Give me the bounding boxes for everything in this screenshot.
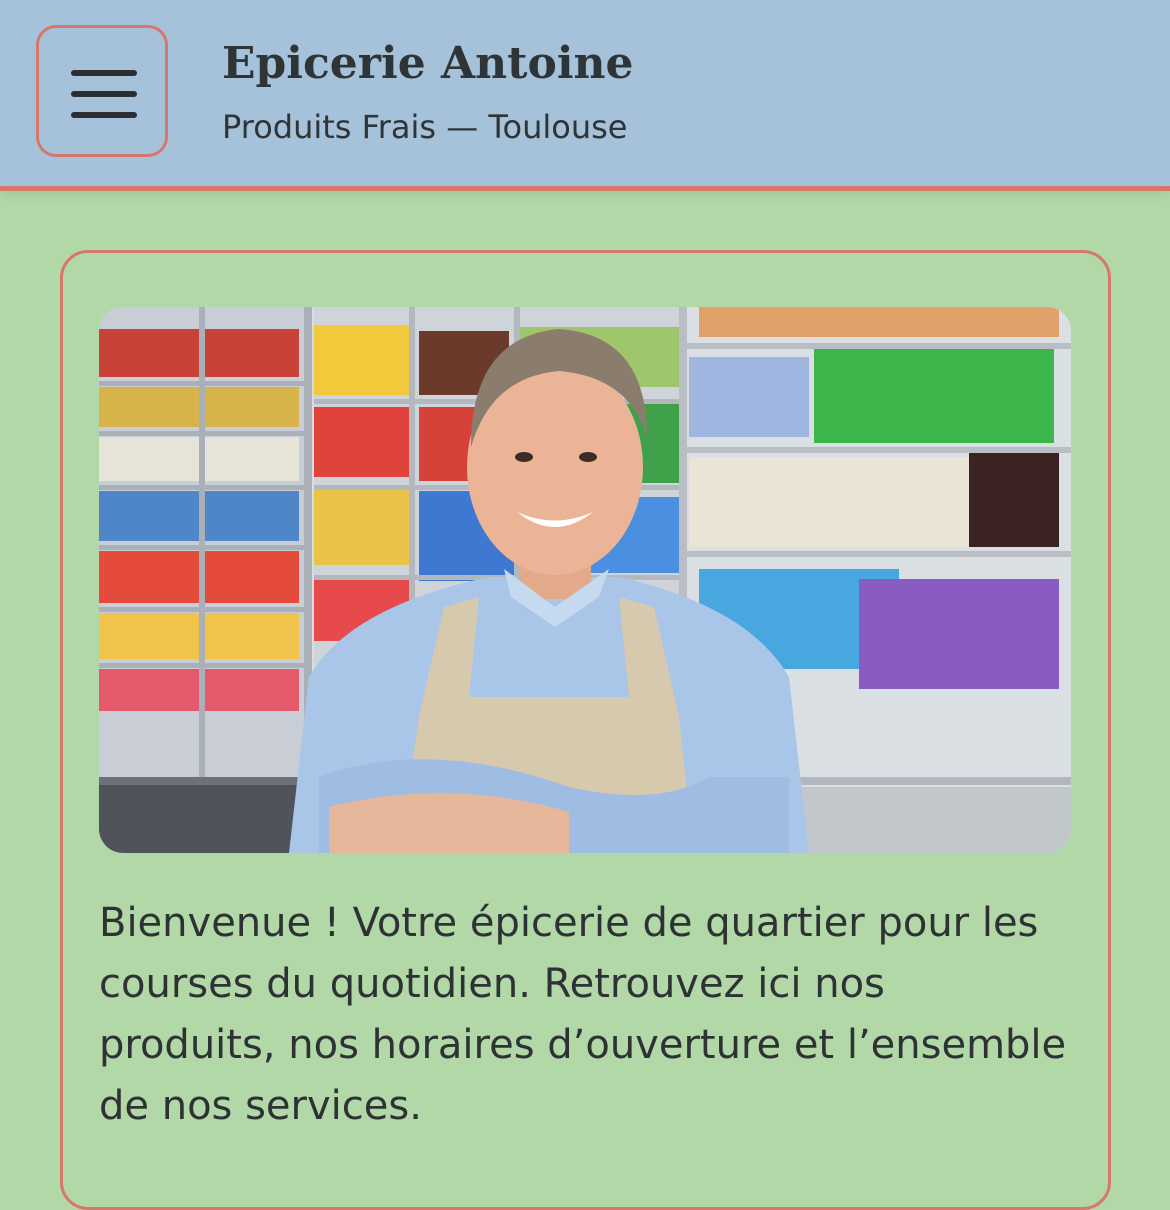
- welcome-text: Bienvenue ! Votre épicerie de quartier p…: [99, 900, 1067, 1129]
- site-subtitle: Produits Frais — Toulouse: [222, 108, 628, 146]
- hero-image: [99, 307, 1071, 853]
- site-title[interactable]: Epicerie Antoine: [222, 38, 634, 89]
- site-header: Epicerie Antoine Produits Frais — Toulou…: [0, 0, 1170, 191]
- menu-button[interactable]: [36, 25, 168, 157]
